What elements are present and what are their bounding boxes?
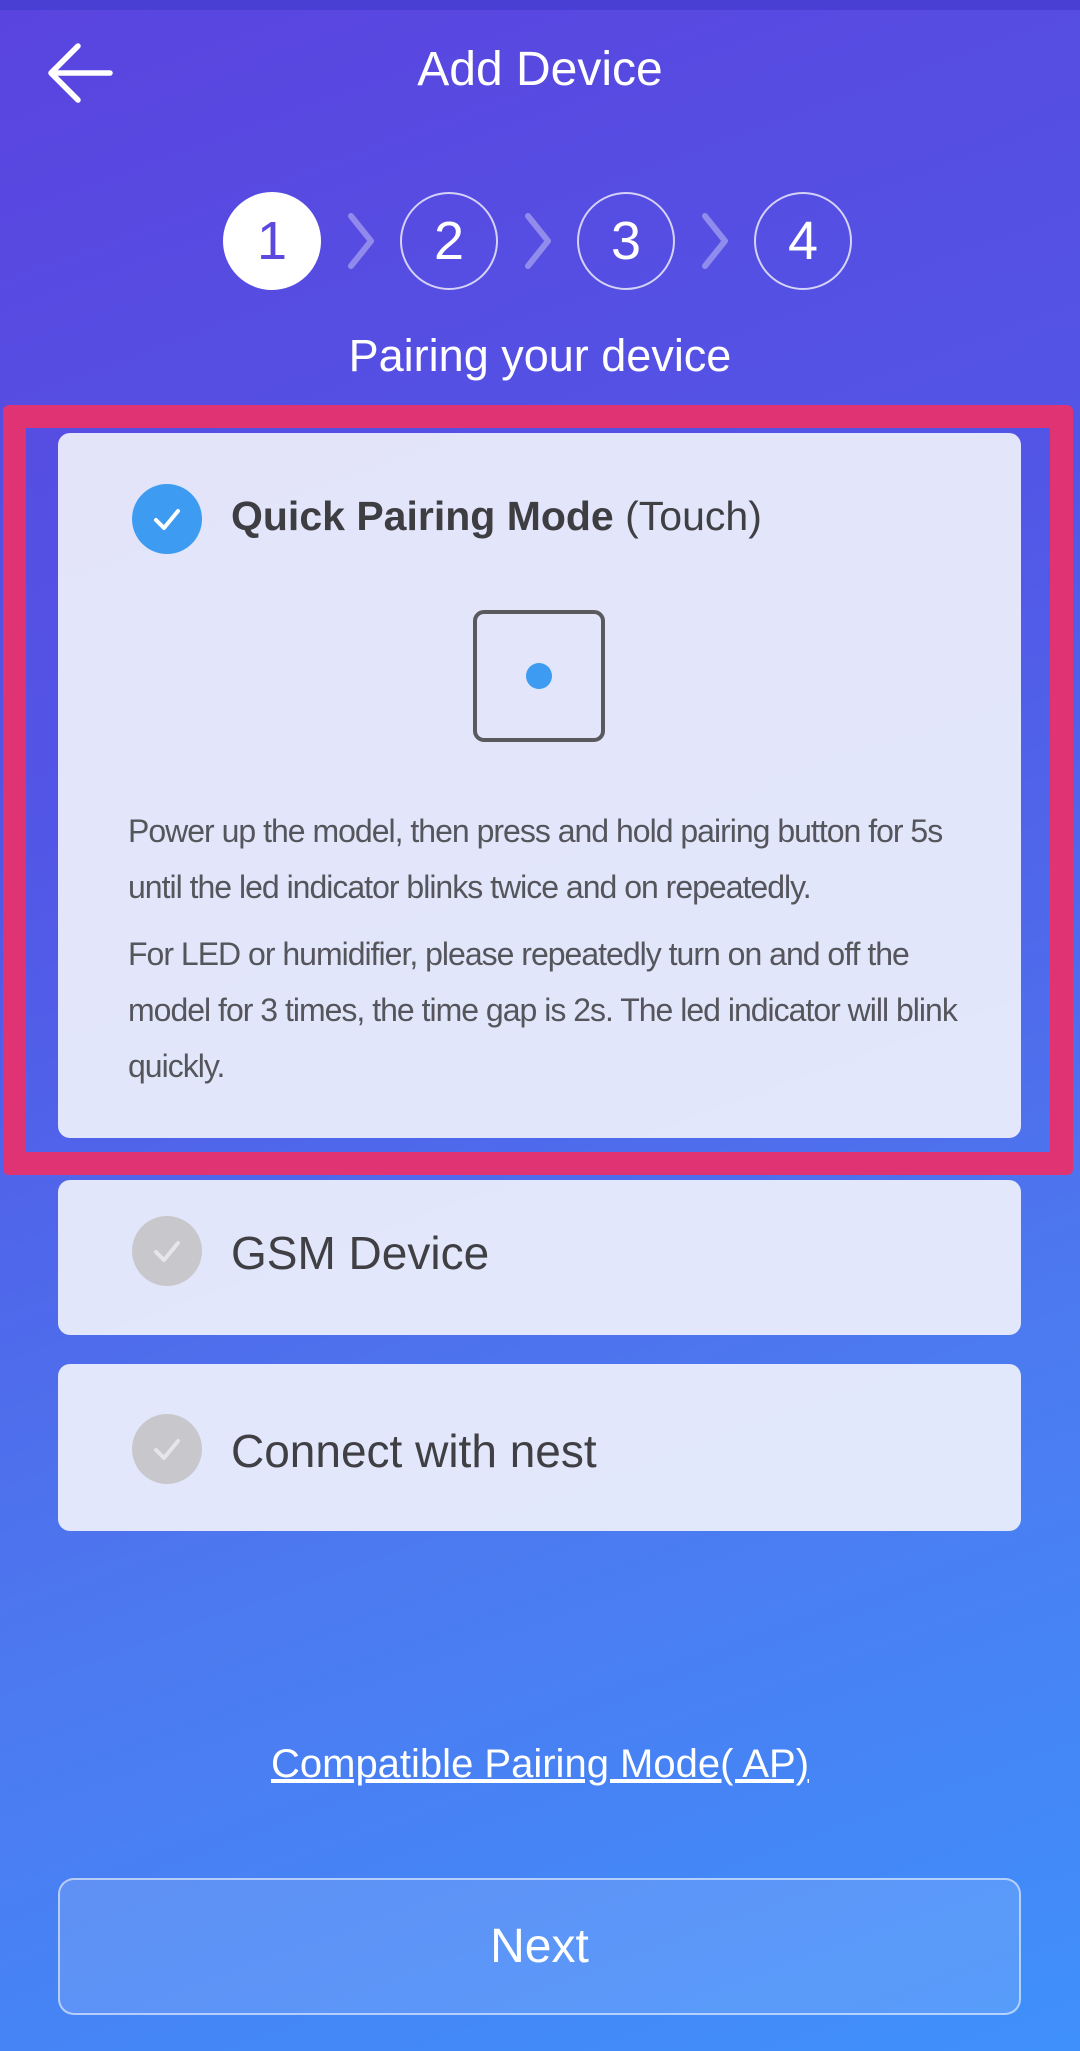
check-circle-icon bbox=[132, 1216, 202, 1286]
status-strip bbox=[0, 0, 1080, 10]
step-1: 1 bbox=[223, 192, 321, 290]
chevron-right-icon bbox=[498, 192, 577, 290]
selection-highlight bbox=[3, 405, 1073, 1175]
page-subtitle: Pairing your device bbox=[348, 330, 732, 381]
step-3: 3 bbox=[577, 192, 675, 290]
step-2: 2 bbox=[400, 192, 498, 290]
page-title: Add Device bbox=[417, 43, 663, 96]
step-4: 4 bbox=[754, 192, 852, 290]
connect-nest-option[interactable]: Connect with nest bbox=[58, 1364, 1021, 1531]
chevron-right-icon bbox=[321, 192, 400, 290]
chevron-right-icon bbox=[675, 192, 754, 290]
next-button[interactable]: Next bbox=[58, 1878, 1021, 2015]
check-circle-icon bbox=[132, 1414, 202, 1484]
gsm-device-label: GSM Device bbox=[231, 1227, 490, 1279]
connect-nest-label: Connect with nest bbox=[231, 1425, 597, 1477]
step-indicator: 1 2 3 4 bbox=[223, 192, 852, 290]
compatible-pairing-link[interactable]: Compatible Pairing Mode( AP) bbox=[0, 1742, 1080, 1787]
gsm-device-option[interactable]: GSM Device bbox=[58, 1180, 1021, 1335]
